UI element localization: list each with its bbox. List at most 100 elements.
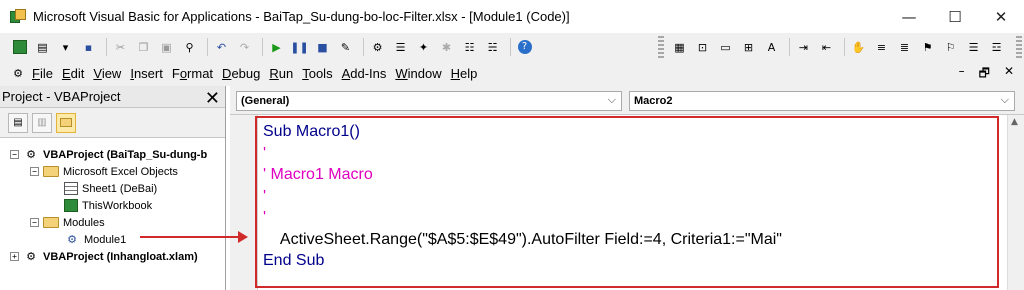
collapse-icon[interactable]: − bbox=[10, 150, 19, 159]
code-line: ' bbox=[263, 209, 267, 226]
child-close-button[interactable]: ✕ bbox=[1004, 64, 1014, 85]
menu-add-ins[interactable]: Add-Ins bbox=[342, 66, 387, 81]
edit-toolbar-list-icon[interactable]: ▦ bbox=[670, 38, 689, 57]
view-code-button[interactable]: ▤ bbox=[8, 112, 28, 133]
tree-node-thisworkbook[interactable]: ThisWorkbook bbox=[0, 197, 225, 214]
menu-edit[interactable]: Edit bbox=[62, 66, 84, 81]
undo-icon[interactable]: ↶ bbox=[212, 38, 231, 57]
bookmark-icon[interactable]: ⚑ bbox=[918, 38, 937, 57]
outdent-icon[interactable]: ☵ bbox=[483, 38, 502, 57]
scroll-up-icon[interactable]: ▲ bbox=[1011, 117, 1018, 127]
outdent-block-icon[interactable]: ⇤ bbox=[817, 38, 836, 57]
minimize-button[interactable]: — bbox=[886, 0, 932, 33]
next-bookmark-icon[interactable]: ⚐ bbox=[941, 38, 960, 57]
dropdown-arrow-icon[interactable]: ▾ bbox=[56, 38, 75, 57]
toolbar-grip[interactable] bbox=[1016, 36, 1022, 58]
collapse-icon[interactable]: − bbox=[30, 167, 39, 176]
vba-menu-icon[interactable]: ⚙ bbox=[10, 67, 26, 81]
code-editor[interactable]: Sub Macro1() ' ' Macro1 Macro ' ' Active… bbox=[230, 114, 1024, 290]
tree-node-sheet1[interactable]: Sheet1 (DeBai) bbox=[0, 180, 225, 197]
project-pane-header: Project - VBAProject ✕ bbox=[0, 86, 225, 109]
maximize-button[interactable]: ☐ bbox=[932, 0, 978, 33]
code-line: ' Macro1 Macro bbox=[263, 166, 373, 183]
indent-icon[interactable]: ☷ bbox=[460, 38, 479, 57]
project-tree: − ⚙ VBAProject (BaiTap_Su-dung-b − Micro… bbox=[0, 138, 225, 265]
comment-block-icon[interactable]: ≡ bbox=[872, 38, 891, 57]
collapse-icon[interactable]: − bbox=[30, 218, 39, 227]
project-pane-title: Project - VBAProject bbox=[2, 89, 121, 104]
design-mode-icon[interactable]: ✎ bbox=[336, 38, 355, 57]
word-complete-icon[interactable]: A bbox=[762, 38, 781, 57]
menu-help[interactable]: Help bbox=[451, 66, 478, 81]
properties-icon[interactable]: ☰ bbox=[391, 38, 410, 57]
toolbar-separator bbox=[789, 38, 790, 56]
project-pane-close-button[interactable]: ✕ bbox=[205, 88, 220, 109]
prev-bookmark-icon[interactable]: ☰ bbox=[964, 38, 983, 57]
chevron-down-icon: ⌵ bbox=[1000, 93, 1009, 106]
menu-debug[interactable]: Debug bbox=[222, 66, 260, 81]
procedure-dropdown[interactable]: Macro2 ⌵ bbox=[629, 91, 1015, 111]
code-line: ' bbox=[263, 187, 267, 205]
run-icon[interactable]: ▶ bbox=[267, 38, 286, 57]
project-explorer-icon[interactable]: ⚙ bbox=[368, 38, 387, 57]
toolbox-icon[interactable]: ✱ bbox=[437, 38, 456, 57]
code-line: End Sub bbox=[263, 252, 325, 269]
cut-icon[interactable]: ✂ bbox=[111, 38, 130, 57]
tree-node-excel-objects[interactable]: − Microsoft Excel Objects bbox=[0, 163, 225, 180]
object-browser-icon[interactable]: ✦ bbox=[414, 38, 433, 57]
quick-info-icon[interactable]: ⊞ bbox=[739, 38, 758, 57]
menu-bar: ⚙ File Edit View Insert Format Debug Run… bbox=[0, 61, 1024, 86]
worksheet-icon bbox=[64, 182, 78, 195]
project-explorer: Project - VBAProject ✕ ▤ ▥ − ⚙ VBAProjec… bbox=[0, 86, 226, 290]
toggle-breakpoint-icon[interactable]: ✋ bbox=[849, 38, 868, 57]
toggle-folders-button[interactable] bbox=[56, 112, 76, 133]
tree-node-project-inhangloat[interactable]: + ⚙ VBAProject (Inhangloat.xlam) bbox=[0, 248, 225, 265]
margin-indicator-bar[interactable] bbox=[230, 115, 258, 290]
toolbar-separator bbox=[844, 38, 845, 56]
child-restore-button[interactable]: 🗗 bbox=[979, 64, 990, 85]
toolbar-separator bbox=[363, 38, 364, 56]
vbaproject-icon: ⚙ bbox=[26, 250, 36, 263]
toolbar-grip[interactable] bbox=[658, 36, 664, 58]
workbook-icon bbox=[64, 199, 78, 212]
excel-view-icon[interactable] bbox=[10, 38, 29, 57]
break-icon[interactable]: ❚❚ bbox=[290, 38, 309, 57]
save-icon[interactable]: ▪ bbox=[79, 38, 98, 57]
close-button[interactable]: ✕ bbox=[978, 0, 1024, 33]
properties-method-icon[interactable]: ⊡ bbox=[693, 38, 712, 57]
menu-file[interactable]: File bbox=[32, 66, 53, 81]
child-minimize-button[interactable]: – bbox=[959, 64, 965, 85]
tree-node-modules[interactable]: − Modules bbox=[0, 214, 225, 231]
title-bar: Microsoft Visual Basic for Applications … bbox=[0, 0, 1024, 33]
menu-tools[interactable]: Tools bbox=[302, 66, 332, 81]
tree-node-module1[interactable]: ⚙ Module1 bbox=[0, 231, 225, 248]
module-icon: ⚙ bbox=[67, 233, 77, 246]
tree-node-project[interactable]: − ⚙ VBAProject (BaiTap_Su-dung-b bbox=[0, 146, 225, 163]
constants-icon[interactable]: ▭ bbox=[716, 38, 735, 57]
expand-icon[interactable]: + bbox=[10, 252, 19, 261]
annotation-arrow bbox=[140, 236, 240, 238]
menu-insert[interactable]: Insert bbox=[130, 66, 163, 81]
indent-block-icon[interactable]: ⇥ bbox=[794, 38, 813, 57]
project-pane-toolbar: ▤ ▥ bbox=[0, 108, 225, 138]
vertical-scrollbar[interactable]: ▲ bbox=[1007, 115, 1024, 290]
view-object-button[interactable]: ▥ bbox=[32, 112, 52, 133]
copy-icon[interactable]: ❐ bbox=[134, 38, 153, 57]
redo-icon[interactable]: ↷ bbox=[235, 38, 254, 57]
uncomment-block-icon[interactable]: ≣ bbox=[895, 38, 914, 57]
help-icon[interactable]: ? bbox=[515, 38, 534, 57]
find-icon[interactable]: ⚲ bbox=[180, 38, 199, 57]
vbaproject-icon: ⚙ bbox=[26, 148, 36, 161]
object-dropdown[interactable]: (General) ⌵ bbox=[236, 91, 622, 111]
folder-icon bbox=[43, 217, 59, 228]
reset-icon[interactable]: ■ bbox=[313, 38, 332, 57]
menu-view[interactable]: View bbox=[93, 66, 121, 81]
code-text: Sub Macro1() ' ' Macro1 Macro ' ' Active… bbox=[263, 121, 782, 272]
menu-format[interactable]: Format bbox=[172, 66, 213, 81]
paste-icon[interactable]: ▣ bbox=[157, 38, 176, 57]
insert-module-icon[interactable]: ▤ bbox=[33, 38, 52, 57]
clear-bookmarks-icon[interactable]: ☲ bbox=[987, 38, 1006, 57]
toolbar-separator bbox=[106, 38, 107, 56]
menu-window[interactable]: Window bbox=[395, 66, 441, 81]
menu-run[interactable]: Run bbox=[269, 66, 293, 81]
